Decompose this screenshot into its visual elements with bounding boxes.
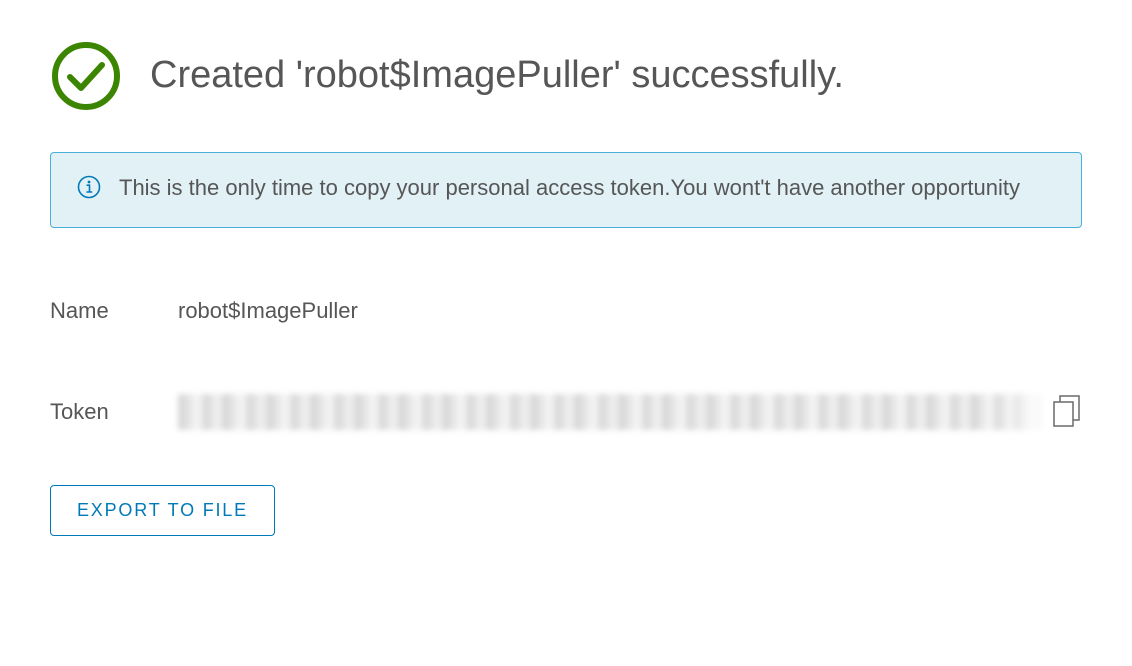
- info-banner-text: This is the only time to copy your perso…: [119, 171, 1020, 205]
- page-title: Created 'robot$ImagePuller' successfully…: [150, 53, 844, 99]
- name-value: robot$ImagePuller: [178, 298, 358, 324]
- token-label: Token: [50, 399, 178, 425]
- copy-icon[interactable]: [1052, 395, 1082, 429]
- success-check-icon: [50, 40, 122, 112]
- token-value-redacted: [178, 394, 1042, 430]
- name-row: Name robot$ImagePuller: [50, 298, 1082, 324]
- token-value-wrap: [178, 394, 1082, 430]
- export-to-file-button[interactable]: EXPORT TO FILE: [50, 485, 275, 536]
- success-header: Created 'robot$ImagePuller' successfully…: [50, 40, 1082, 112]
- name-label: Name: [50, 298, 178, 324]
- info-icon: [77, 175, 101, 199]
- info-banner: This is the only time to copy your perso…: [50, 152, 1082, 228]
- token-row: Token: [50, 394, 1082, 430]
